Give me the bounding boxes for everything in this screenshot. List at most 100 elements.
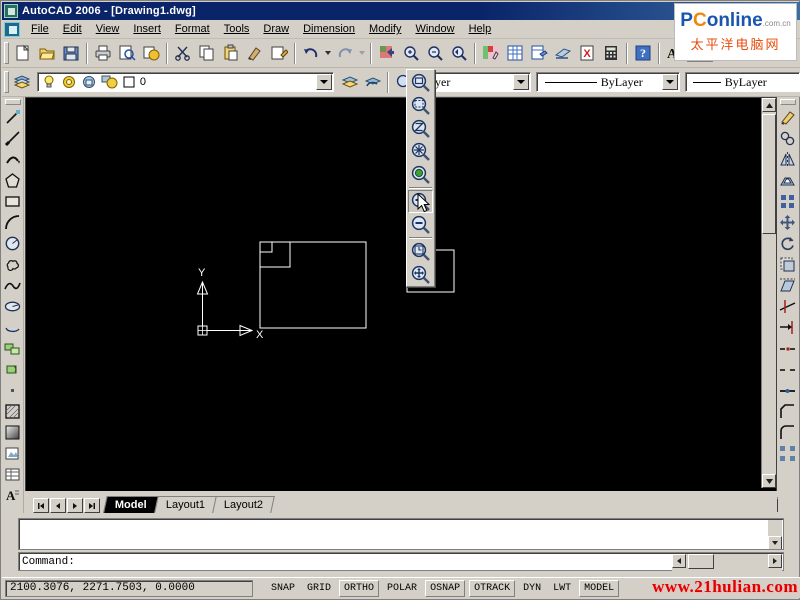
status-toggle-snap[interactable]: SNAP bbox=[267, 579, 300, 597]
ellipse-arc-icon[interactable] bbox=[2, 317, 23, 338]
rectangle-icon[interactable] bbox=[2, 191, 23, 212]
plot-icon[interactable] bbox=[91, 41, 115, 65]
lineweight-control-combo[interactable]: ByLayer bbox=[684, 72, 800, 92]
undo-dropdown-icon[interactable] bbox=[323, 41, 333, 65]
vertical-scroll-thumb[interactable] bbox=[762, 114, 776, 234]
polygon-icon[interactable] bbox=[2, 170, 23, 191]
new-icon[interactable] bbox=[11, 41, 35, 65]
make-object-layer-current-icon[interactable] bbox=[338, 70, 361, 94]
document-system-icon[interactable] bbox=[4, 21, 20, 37]
array-icon[interactable] bbox=[777, 191, 798, 212]
status-toggle-polar[interactable]: POLAR bbox=[383, 579, 422, 597]
hatch-icon[interactable] bbox=[2, 401, 23, 422]
zoom-scale-icon[interactable] bbox=[408, 117, 433, 140]
linetype-control-combo[interactable]: ByLayer bbox=[535, 72, 680, 92]
layer-toolbar-grip[interactable] bbox=[4, 71, 9, 93]
status-toggle-model[interactable]: MODEL bbox=[579, 579, 620, 597]
external-reference-icon[interactable]: X bbox=[575, 41, 599, 65]
move-icon[interactable] bbox=[777, 212, 798, 233]
explode-icon[interactable] bbox=[777, 443, 798, 464]
undo-icon[interactable] bbox=[299, 41, 323, 65]
circle-icon[interactable] bbox=[2, 233, 23, 254]
designcenter-icon[interactable] bbox=[503, 41, 527, 65]
sheetset-icon[interactable] bbox=[267, 41, 291, 65]
previous-tab-icon[interactable] bbox=[50, 498, 66, 513]
menu-tools[interactable]: Tools bbox=[217, 21, 257, 37]
draw-toolbar-grip[interactable] bbox=[4, 99, 21, 105]
command-prompt-line[interactable]: Command: bbox=[18, 552, 784, 571]
help-icon[interactable]: ? bbox=[631, 41, 655, 65]
make-block-icon[interactable] bbox=[2, 359, 23, 380]
tab-layout2[interactable]: Layout2 bbox=[212, 496, 275, 513]
cut-icon[interactable] bbox=[171, 41, 195, 65]
tool-palettes-icon[interactable] bbox=[527, 41, 551, 65]
ellipse-icon[interactable] bbox=[2, 296, 23, 317]
gradient-icon[interactable] bbox=[2, 422, 23, 443]
zoom-all-icon[interactable] bbox=[408, 240, 433, 263]
menu-modify[interactable]: Modify bbox=[362, 21, 408, 37]
menu-edit[interactable]: Edit bbox=[56, 21, 89, 37]
fillet-icon[interactable] bbox=[777, 422, 798, 443]
command-history-scrollbar[interactable] bbox=[768, 520, 782, 549]
menu-dimension[interactable]: Dimension bbox=[296, 21, 362, 37]
color-combo-arrow[interactable] bbox=[512, 74, 529, 90]
zoom-object-icon[interactable] bbox=[408, 163, 433, 186]
stretch-icon[interactable] bbox=[777, 275, 798, 296]
publish-icon[interactable] bbox=[139, 41, 163, 65]
copy-object-icon[interactable] bbox=[777, 128, 798, 149]
break-icon[interactable] bbox=[777, 359, 798, 380]
command-scroll-down-button[interactable] bbox=[768, 536, 782, 549]
zoom-dynamic-icon[interactable] bbox=[408, 94, 433, 117]
redo-icon[interactable] bbox=[333, 41, 357, 65]
first-tab-icon[interactable] bbox=[33, 498, 49, 513]
command-input-hscrollbar[interactable] bbox=[672, 554, 782, 571]
markup-set-icon[interactable] bbox=[551, 41, 575, 65]
redo-dropdown-icon[interactable] bbox=[357, 41, 367, 65]
command-hscroll-left-button[interactable] bbox=[672, 554, 686, 568]
break-at-point-icon[interactable] bbox=[777, 338, 798, 359]
drawing-area[interactable]: Y X bbox=[25, 97, 778, 513]
revision-cloud-icon[interactable] bbox=[2, 254, 23, 275]
last-tab-icon[interactable] bbox=[84, 498, 100, 513]
menu-insert[interactable]: Insert bbox=[126, 21, 168, 37]
line-icon[interactable] bbox=[2, 107, 23, 128]
tab-layout1[interactable]: Layout1 bbox=[153, 496, 217, 513]
erase-icon[interactable] bbox=[777, 107, 798, 128]
point-icon[interactable] bbox=[2, 380, 23, 401]
layer-properties-manager-icon[interactable] bbox=[11, 70, 34, 94]
scale-icon[interactable] bbox=[777, 254, 798, 275]
command-hscroll-right-button[interactable] bbox=[768, 554, 782, 568]
extend-icon[interactable] bbox=[777, 317, 798, 338]
multiline-text-icon[interactable]: A bbox=[2, 485, 23, 506]
layer-control-combo[interactable]: 0 bbox=[36, 72, 335, 92]
menu-help[interactable]: Help bbox=[462, 21, 499, 37]
canvas-vertical-scrollbar[interactable] bbox=[761, 98, 776, 488]
menu-format[interactable]: Format bbox=[168, 21, 217, 37]
offset-icon[interactable] bbox=[777, 170, 798, 191]
status-toggle-osnap[interactable]: OSNAP bbox=[425, 579, 466, 597]
model-space-canvas[interactable]: Y X bbox=[26, 98, 762, 488]
spline-icon[interactable] bbox=[2, 275, 23, 296]
open-icon[interactable] bbox=[35, 41, 59, 65]
copy-icon[interactable] bbox=[195, 41, 219, 65]
calculator-icon[interactable] bbox=[599, 41, 623, 65]
command-hscroll-thumb[interactable] bbox=[688, 554, 714, 569]
menu-draw[interactable]: Draw bbox=[256, 21, 296, 37]
zoom-window-icon[interactable] bbox=[408, 71, 433, 94]
status-toggle-ortho[interactable]: ORTHO bbox=[339, 579, 380, 597]
polyline-icon[interactable] bbox=[2, 149, 23, 170]
layer-previous-icon[interactable] bbox=[361, 70, 384, 94]
zoom-out-icon[interactable] bbox=[408, 213, 433, 236]
save-icon[interactable] bbox=[59, 41, 83, 65]
layer-combo-arrow[interactable] bbox=[316, 74, 333, 90]
status-toggle-grid[interactable]: GRID bbox=[303, 579, 336, 597]
properties-icon[interactable] bbox=[479, 41, 503, 65]
modify-toolbar-grip[interactable] bbox=[779, 99, 796, 105]
command-history[interactable]: Specify corner of window, enter a scale … bbox=[18, 518, 784, 550]
scroll-up-button[interactable] bbox=[762, 98, 776, 112]
plot-preview-icon[interactable] bbox=[115, 41, 139, 65]
zoom-previous-icon[interactable] bbox=[447, 41, 471, 65]
insert-block-icon[interactable] bbox=[2, 338, 23, 359]
next-tab-icon[interactable] bbox=[67, 498, 83, 513]
join-icon[interactable] bbox=[777, 380, 798, 401]
